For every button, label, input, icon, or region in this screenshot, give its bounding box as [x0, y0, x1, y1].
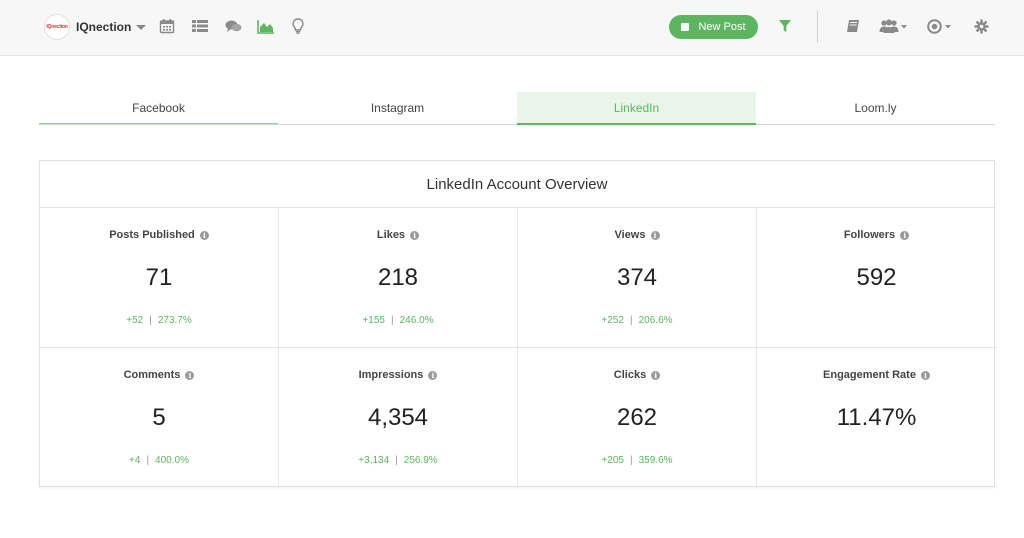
separator: | — [630, 315, 633, 326]
brand-logo-text: IQnection — [46, 24, 68, 30]
new-post-label: New Post — [698, 21, 746, 33]
metric-delta: +4 — [129, 455, 141, 466]
card-title: LinkedIn Account Overview — [40, 161, 994, 208]
tab-label: Facebook — [132, 100, 185, 115]
brand-name: IQnection — [76, 20, 132, 34]
metric-value: 71 — [145, 264, 173, 291]
metric-label: Clicks — [613, 369, 647, 381]
metric-engagement-rate: Engagement Rate i 11.47% — [757, 348, 996, 488]
metric-change: +155 | 246.0% — [279, 315, 517, 326]
metric-views: Views i 374 +252 | 206.6% — [518, 208, 757, 348]
info-icon[interactable]: i — [199, 230, 209, 240]
metric-value: 592 — [856, 264, 897, 291]
metric-label: Comments — [123, 369, 181, 381]
tab-instagram[interactable]: Instagram — [278, 92, 517, 124]
separator: | — [146, 455, 150, 466]
gear-icon[interactable] — [972, 17, 990, 35]
network-tabs: Facebook Instagram LinkedIn Loom.ly — [39, 92, 995, 125]
top-navigation-bar: IQnection IQnection New Post — [0, 0, 1024, 56]
metric-delta: +3,134 — [358, 455, 390, 466]
metric-change: +52 | 273.7% — [40, 315, 278, 326]
analytics-icon[interactable] — [257, 17, 275, 35]
metric-likes: Likes i 218 +155 | 246.0% — [279, 208, 518, 348]
metric-label: Followers — [843, 229, 896, 241]
metric-change: +4 | 400.0% — [40, 455, 278, 466]
brand-logo: IQnection — [44, 14, 70, 40]
metric-label: Engagement Rate — [823, 369, 916, 381]
metric-percent: 273.7% — [157, 315, 192, 326]
calendar-icon[interactable] — [158, 17, 176, 35]
metric-value: 11.47% — [836, 404, 917, 431]
chevron-down-icon — [136, 24, 147, 30]
metrics-grid: Posts Published i 71 +52 | 273.7% Likes i 21… — [40, 208, 996, 488]
metric-comments: Comments i 5 +4 | 400.0% — [40, 348, 279, 488]
separator: | — [395, 455, 398, 466]
metric-percent: 206.6% — [638, 315, 673, 326]
metric-label: Posts Published — [109, 229, 195, 241]
info-icon[interactable]: i — [651, 370, 661, 380]
separator: | — [391, 315, 394, 326]
metric-percent: 359.6% — [638, 455, 673, 466]
tab-label: LinkedIn — [613, 100, 660, 115]
account-switcher[interactable]: IQnection IQnection — [44, 14, 147, 40]
info-icon[interactable]: i — [920, 370, 930, 380]
metric-delta: +252 — [601, 315, 624, 326]
tab-facebook[interactable]: Facebook — [39, 92, 278, 124]
metric-percent: 256.9% — [403, 455, 438, 466]
tab-loomly[interactable]: Loom.ly — [756, 92, 995, 124]
metric-delta: +155 — [362, 315, 385, 326]
list-icon[interactable] — [191, 17, 209, 35]
tab-label: Instagram — [370, 101, 425, 115]
info-icon[interactable]: i — [185, 370, 195, 380]
metric-posts-published: Posts Published i 71 +52 | 273.7% — [40, 208, 279, 348]
book-icon[interactable] — [844, 17, 862, 35]
metric-label: Views — [614, 229, 646, 241]
metric-value: 218 — [377, 264, 419, 291]
filter-icon[interactable] — [776, 17, 794, 35]
account-menu[interactable] — [927, 17, 955, 35]
metric-label: Likes — [376, 229, 406, 241]
toolbar-divider — [817, 11, 818, 43]
users-menu[interactable] — [879, 17, 909, 35]
metric-delta: +205 — [601, 455, 624, 466]
metric-followers: Followers i 592 — [757, 208, 996, 348]
separator: | — [149, 315, 152, 326]
metric-change: +3,134 | 256.9% — [279, 455, 517, 466]
info-icon[interactable]: i — [650, 230, 660, 240]
chat-icon[interactable] — [224, 17, 242, 35]
metric-delta: +52 — [126, 315, 144, 326]
new-post-icon — [681, 23, 690, 31]
info-icon[interactable]: i — [428, 370, 438, 380]
metric-percent: 400.0% — [155, 455, 189, 466]
metric-impressions: Impressions i 4,354 +3,134 | 256.9% — [279, 348, 518, 488]
metric-change: +252 | 206.6% — [518, 315, 756, 326]
info-icon[interactable]: i — [410, 230, 420, 240]
metric-change: +205 | 359.6% — [518, 455, 756, 466]
metric-value: 5 — [152, 404, 166, 431]
tab-linkedin[interactable]: LinkedIn — [517, 92, 756, 125]
metric-label: Impressions — [358, 369, 424, 381]
metric-clicks: Clicks i 262 +205 | 359.6% — [518, 348, 757, 488]
metric-percent: 246.0% — [399, 315, 434, 326]
metric-value: 4,354 — [367, 404, 429, 431]
account-overview-card: LinkedIn Account Overview Posts Publishe… — [39, 160, 996, 488]
info-icon[interactable]: i — [900, 230, 910, 240]
separator: | — [630, 455, 633, 466]
metric-value: 374 — [616, 264, 658, 291]
tab-label: Loom.ly — [854, 101, 897, 115]
metric-value: 262 — [616, 404, 658, 431]
lightbulb-icon[interactable] — [289, 17, 307, 35]
new-post-button[interactable]: New Post — [669, 15, 758, 39]
